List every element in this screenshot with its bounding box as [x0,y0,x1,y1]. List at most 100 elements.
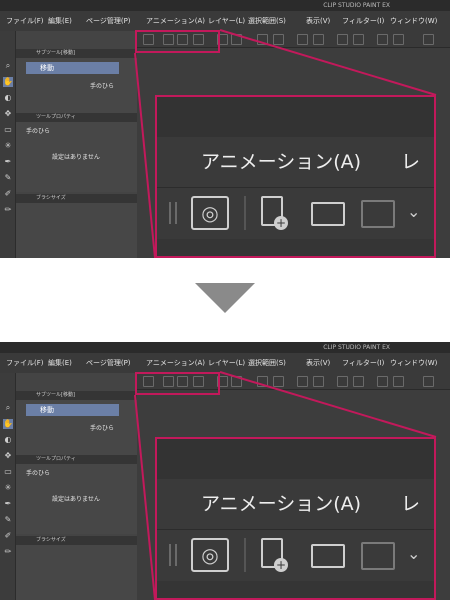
toolbar-icon[interactable] [313,376,324,387]
menu-layer[interactable]: レイヤー(L) [208,11,245,31]
move-tool-item[interactable]: 移動 [26,62,119,74]
hand-tool-icon[interactable]: ✋ [3,77,13,87]
zoom-tool-icon[interactable]: ⌕ [3,403,13,413]
sub-tool-header-label: サブツール[移動] [36,50,75,56]
move-tool-label: 移動 [40,64,54,72]
menu-filter[interactable]: フィルター(I) [342,353,384,373]
menu-layer[interactable]: レイヤー(L) [208,353,245,373]
pencil-tool-icon[interactable]: ✐ [3,531,13,541]
toolbar-icon[interactable] [353,376,364,387]
help-icon[interactable] [423,376,434,387]
brush-size-panel [16,545,137,600]
menu-page[interactable]: ページ管理(P) [86,353,131,373]
no-settings-text: 設定はありません [52,154,100,161]
zoom-tool-icon[interactable]: ⌕ [3,61,13,71]
hand-tool-icon[interactable]: ✋ [3,419,13,429]
toolbar-icon[interactable] [393,376,404,387]
zoom-inset: アニメーション(A) レイ ◎ + ⌄ [155,437,436,600]
menu-bar: ファイル(F) 編集(E) ページ管理(P) アニメーション(A) レイヤー(L… [0,11,450,31]
toolbar-icon[interactable] [297,376,308,387]
eyedropper-tool-icon[interactable]: ✒ [3,157,13,167]
zoom-title-area [157,439,434,479]
move-tool-icon[interactable]: ✥ [3,109,13,119]
move-tool-item[interactable]: 移動 [26,404,119,416]
menu-window[interactable]: ウィンドウ(W) [390,353,437,373]
drag-handle[interactable] [169,544,177,566]
zoom-menu-animation[interactable]: アニメーション(A) [201,479,361,529]
wand-tool-icon[interactable]: ✳ [3,483,13,493]
menu-selection[interactable]: 選択範囲(S) [248,353,286,373]
toolbar-icon[interactable] [353,34,364,45]
hand-tool-item[interactable]: 手のひら [90,423,114,432]
brush-tool-icon[interactable]: ✏ [3,205,13,215]
wand-tool-icon[interactable]: ✳ [3,141,13,151]
menu-edit[interactable]: 編集(E) [48,353,72,373]
pen-tool-icon[interactable]: ✎ [3,173,13,183]
zoom-menu-animation[interactable]: アニメーション(A) [201,137,361,187]
menu-page[interactable]: ページ管理(P) [86,11,131,31]
toolbar-icon[interactable] [377,34,388,45]
select-tool-icon[interactable]: ▭ [3,125,13,135]
toolbar-icon[interactable] [257,376,268,387]
toolbar-icon[interactable] [297,34,308,45]
rotate-tool-icon[interactable]: ◐ [3,93,13,103]
chevron-down-icon[interactable]: ⌄ [407,202,420,221]
menu-filter[interactable]: フィルター(I) [342,11,384,31]
open-folder-icon[interactable] [311,202,345,226]
toolbar-icon[interactable] [337,376,348,387]
zoom-menu: アニメーション(A) レイ [157,137,434,223]
help-icon[interactable] [423,34,434,45]
tool-property-panel: 手のひら 設定はありません [16,464,137,534]
toolbar-icon[interactable] [393,34,404,45]
down-arrow-icon [195,283,255,313]
eyedropper-tool-icon[interactable]: ✒ [3,499,13,509]
toolbar-icon[interactable] [273,34,284,45]
menu-animation[interactable]: アニメーション(A) [146,11,205,31]
menu-file[interactable]: ファイル(F) [6,11,44,31]
zoom-title-area [157,97,434,137]
menu-selection[interactable]: 選択範囲(S) [248,11,286,31]
screenshot-before: CLIP STUDIO PAINT EX ファイル(F) 編集(E) ページ管理… [0,0,450,258]
menu-animation[interactable]: アニメーション(A) [146,353,205,373]
pencil-tool-icon[interactable]: ✐ [3,189,13,199]
zoom-bottom-area [157,239,434,256]
toolbar-icon[interactable] [257,34,268,45]
move-tool-icon[interactable]: ✥ [3,451,13,461]
save-tray-icon[interactable] [361,542,395,570]
sub-tool-header: サブツール[移動] [16,49,137,58]
pen-tool-icon[interactable]: ✎ [3,515,13,525]
menu-view[interactable]: 表示(V) [306,353,330,373]
tool-property-panel: 手のひら 設定はありません [16,122,137,192]
toolbar-icon[interactable] [273,376,284,387]
tool-property-header: ツールプロパティ [16,113,137,122]
toolbar-icon[interactable] [377,376,388,387]
toolbar-icon[interactable] [313,34,324,45]
select-tool-icon[interactable]: ▭ [3,467,13,477]
save-tray-icon[interactable] [361,200,395,228]
brush-tool-icon[interactable]: ✏ [3,547,13,557]
clip-studio-icon[interactable]: ◎ [191,538,229,572]
chevron-down-icon[interactable]: ⌄ [407,544,420,563]
menu-file[interactable]: ファイル(F) [6,353,44,373]
hand-tool-item[interactable]: 手のひら [90,81,114,90]
move-tool-label: 移動 [40,406,54,414]
menu-window[interactable]: ウィンドウ(W) [390,11,437,31]
rotate-tool-icon[interactable]: ◐ [3,435,13,445]
toolbar-divider [244,538,246,572]
tool-property-name: 手のひら [26,128,51,135]
app-title: CLIP STUDIO PAINT EX [323,2,390,9]
redo-icon[interactable] [231,376,242,387]
drag-handle[interactable] [169,202,177,224]
toolbar-icon[interactable] [337,34,348,45]
menu-edit[interactable]: 編集(E) [48,11,72,31]
menu-bar: ファイル(F) 編集(E) ページ管理(P) アニメーション(A) レイヤー(L… [0,353,450,373]
screenshot-after: CLIP STUDIO PAINT EX ファイル(F) 編集(E) ページ管理… [0,342,450,600]
open-folder-icon[interactable] [311,544,345,568]
tool-property-header-label: ツールプロパティ [36,114,76,120]
no-settings-text: 設定はありません [52,496,100,503]
zoom-inset: アニメーション(A) レイ ◎ + ⌄ [155,95,436,258]
sub-tool-header-label: サブツール[移動] [36,392,75,398]
clip-studio-icon[interactable]: ◎ [191,196,229,230]
menu-view[interactable]: 表示(V) [306,11,330,31]
redo-icon[interactable] [231,34,242,45]
